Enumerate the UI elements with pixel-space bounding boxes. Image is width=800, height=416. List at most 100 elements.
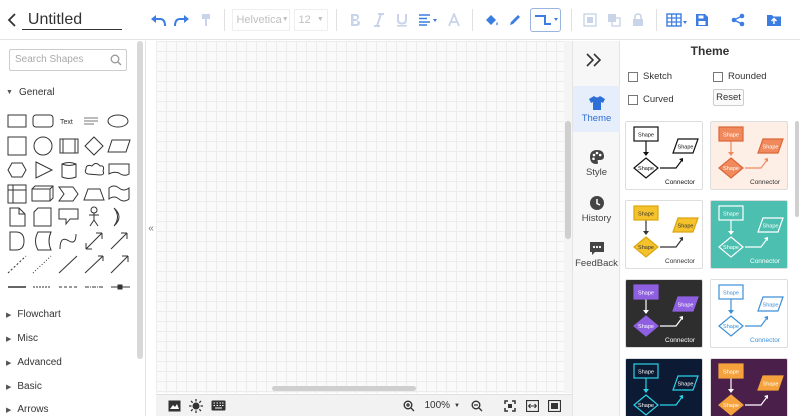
fit-page-button[interactable] [502,398,518,414]
search-input[interactable]: Search Shapes [9,49,127,71]
document-title[interactable]: Untitled [21,11,122,30]
preview-arrowhead [643,152,649,156]
sun-icon [189,398,203,413]
text-align-button[interactable] [416,9,440,31]
rounded-rectangle-shape [32,114,54,128]
category-general[interactable]: ▼ General [6,87,55,98]
theme-panel-scrollbar[interactable] [795,41,800,416]
caret-down-icon: ▼ [316,16,324,23]
underline-button[interactable] [392,9,412,31]
curve-shape [59,233,77,250]
fill-color-button[interactable] [481,9,501,31]
connector-style-button[interactable] [530,7,562,32]
font-size-value: 12 [298,13,311,26]
save-icon [696,13,709,26]
drawing-canvas[interactable] [156,41,564,393]
shape-library-panel: Search Shapes ▼ General Text ▶ Flowchart… [0,41,146,416]
preview-shape-label: Shape [763,224,779,230]
font-color-button[interactable] [444,9,464,31]
font-family-select[interactable]: Helvetica ▼ [232,8,291,31]
zoom-in-button[interactable] [401,398,417,414]
tab-label: History [581,212,612,224]
insert-table-button[interactable] [665,9,689,31]
scroll-thumb[interactable] [565,121,571,239]
format-painter-button[interactable] [196,9,216,31]
caret-down-icon[interactable]: ▼ [454,403,460,409]
theme-card-7[interactable]: ShapeShapeShapeConnector [625,358,703,416]
paint-bucket-icon [485,14,498,25]
checkbox-label: Rounded [728,71,767,82]
theme-preview: Shape Shape Shape Connector [633,284,699,344]
back-button[interactable] [2,0,22,40]
fit-width-button[interactable] [524,398,540,414]
canvas-vertical-scrollbar[interactable] [564,41,572,393]
rounded-checkbox[interactable]: Rounded [713,71,767,82]
preview-connector-line [745,238,768,248]
folder-upload-icon [767,14,782,26]
toolbar-divider [223,8,225,31]
theme-card-1[interactable]: Shape Shape Shape Connector [625,121,703,190]
bring-front-button[interactable] [580,9,600,31]
or-shape [113,207,120,227]
zoom-out-button[interactable] [469,398,485,414]
preview-connector-label: Connector [750,337,781,344]
search-icon [110,54,122,66]
shape-panel-scrollbar[interactable] [137,41,143,359]
theme-preview: Shape Shape Shape Connector [718,284,784,344]
tab-feedback[interactable]: FeedBack [573,232,620,278]
internal-storage-shape [7,184,27,204]
theme-preview: Shape Shape Shape Connector [633,205,699,265]
font-size-select[interactable]: 12 ▼ [294,8,328,31]
lock-button[interactable] [628,9,648,31]
right-side-tabs: Theme Style History FeedBack [572,41,620,416]
tab-style[interactable]: Style [573,140,620,186]
reset-button[interactable]: Reset [713,89,744,106]
save-button[interactable] [692,9,712,31]
checkbox-box[interactable] [628,94,638,105]
redo-button[interactable] [172,9,192,31]
theme-toggle-button[interactable] [188,398,204,414]
italic-button[interactable] [369,9,389,31]
canvas-horizontal-scrollbar[interactable] [156,384,564,392]
send-back-button[interactable] [604,9,624,31]
zoom-level[interactable]: 100% [424,400,450,411]
share-button[interactable] [728,9,748,31]
category-misc[interactable]: ▶ Misc [6,333,38,344]
scroll-thumb[interactable] [272,386,416,391]
category-arrows[interactable]: ▶ Arrows [6,404,49,415]
checkbox-box[interactable] [713,71,723,82]
checkbox-box[interactable] [628,71,638,82]
curved-checkbox[interactable]: Curved [628,94,674,105]
category-flowchart[interactable]: ▶ Flowchart [6,309,61,320]
collapse-right-panel-button[interactable] [585,53,603,72]
category-label: General [18,87,55,98]
theme-card-5[interactable]: Shape Shape Shape Connector [625,279,703,348]
theme-card-3[interactable]: Shape Shape Shape Connector [625,200,703,269]
collapse-left-panel-button[interactable]: « [146,41,156,416]
keyboard-shortcuts-button[interactable] [210,398,226,414]
theme-card-2[interactable]: Shape Shape Shape Connector [710,121,788,190]
checkbox-label: Sketch [643,71,673,82]
stored-data-shape [35,231,52,251]
textbox-shape [84,117,98,125]
scroll-thumb[interactable] [795,121,799,217]
preview-connector-line [660,159,683,169]
line-color-button[interactable] [505,9,525,31]
outline-view-button[interactable] [166,398,182,414]
fullscreen-button[interactable] [546,398,562,414]
category-label: Advanced [17,357,62,368]
tab-theme[interactable]: Theme [573,86,620,132]
preview-arrowhead [728,310,734,314]
palette-icon [589,149,604,164]
sketch-checkbox[interactable]: Sketch [628,71,672,82]
category-advanced[interactable]: ▶ Advanced [6,357,62,368]
export-button[interactable] [764,9,784,31]
category-basic[interactable]: ▶ Basic [6,381,42,392]
tab-history[interactable]: History [573,186,620,232]
theme-card-6[interactable]: Shape Shape Shape Connector [710,279,788,348]
undo-button[interactable] [148,9,168,31]
preview-arrowhead [728,231,734,235]
theme-card-8[interactable]: ShapeShapeShapeConnector [710,358,788,416]
bold-button[interactable] [345,9,365,31]
theme-card-4[interactable]: Shape Shape Shape Connector [710,200,788,269]
